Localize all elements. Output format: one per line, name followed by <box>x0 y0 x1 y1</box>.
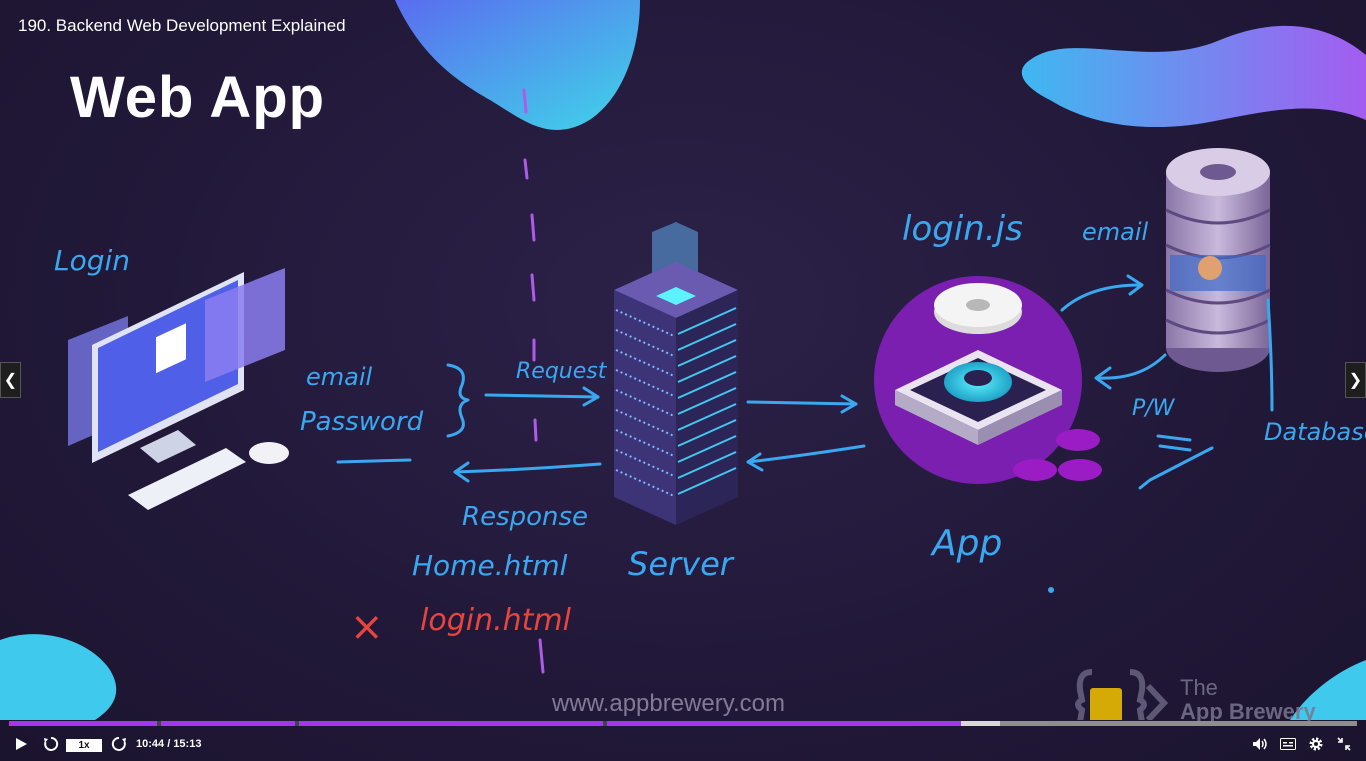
chevron-left-icon: ❮ <box>3 372 18 389</box>
database-illustration <box>1165 148 1271 372</box>
time-display: 10:44 / 15:13 <box>136 738 202 750</box>
annotation-dot <box>1048 587 1054 593</box>
rewind-5-icon <box>44 736 59 751</box>
note-home-html: Home.html <box>412 549 568 582</box>
brand-text: The App Brewery <box>1180 676 1316 724</box>
chapter-marker <box>157 721 161 726</box>
player-controls: 1x 10:44 / 15:13 <box>0 727 1366 761</box>
rewind-button[interactable] <box>40 727 62 761</box>
watermark-url: www.appbrewery.com <box>552 690 785 717</box>
play-icon <box>16 738 27 750</box>
volume-icon <box>1253 738 1267 750</box>
server-illustration <box>614 222 738 525</box>
forward-5-icon <box>111 736 126 751</box>
previous-lecture-button[interactable]: ❮ <box>0 362 21 398</box>
next-lecture-button[interactable]: ❯ <box>1345 362 1366 398</box>
forward-button[interactable] <box>108 727 130 761</box>
note-database: Database <box>1264 418 1366 446</box>
gear-icon <box>1309 737 1323 751</box>
note-request: Request <box>516 359 608 384</box>
progress-played <box>9 721 961 726</box>
captions-button[interactable] <box>1278 727 1298 761</box>
note-response: Response <box>462 502 588 532</box>
video-title: 190. Backend Web Development Explained <box>18 16 346 35</box>
slide-heading: Web App <box>70 65 326 130</box>
brand-line-1: The <box>1180 675 1218 700</box>
computer-illustration <box>68 268 289 510</box>
volume-button[interactable] <box>1250 727 1270 761</box>
note-login-js: login.js <box>902 209 1023 249</box>
playback-speed-button[interactable]: 1x <box>66 739 102 752</box>
settings-button[interactable] <box>1306 727 1326 761</box>
note-login: Login <box>54 244 130 277</box>
note-password: Password <box>300 407 424 437</box>
note-email-db: email <box>1082 218 1149 246</box>
progress-bar[interactable] <box>9 721 1357 726</box>
play-button[interactable] <box>10 727 32 761</box>
note-pw: P/W <box>1132 396 1176 421</box>
captions-icon <box>1280 738 1296 750</box>
app-illustration <box>874 276 1102 484</box>
annotation-arrows <box>336 274 1274 490</box>
note-login-html: login.html <box>420 603 572 638</box>
note-server: Server <box>628 545 735 583</box>
chapter-marker <box>295 721 299 726</box>
exit-fullscreen-button[interactable] <box>1334 727 1354 761</box>
note-email: email <box>306 363 373 391</box>
app-brewery-logo-icon <box>1075 669 1169 720</box>
chevron-right-icon: ❯ <box>1348 372 1363 389</box>
chapter-marker <box>603 721 607 726</box>
exit-fullscreen-icon <box>1337 737 1351 751</box>
note-x-mark: × <box>350 604 384 650</box>
video-frame[interactable]: Login email Password Request Response Ho… <box>0 0 1366 761</box>
note-app: App <box>930 523 1002 564</box>
